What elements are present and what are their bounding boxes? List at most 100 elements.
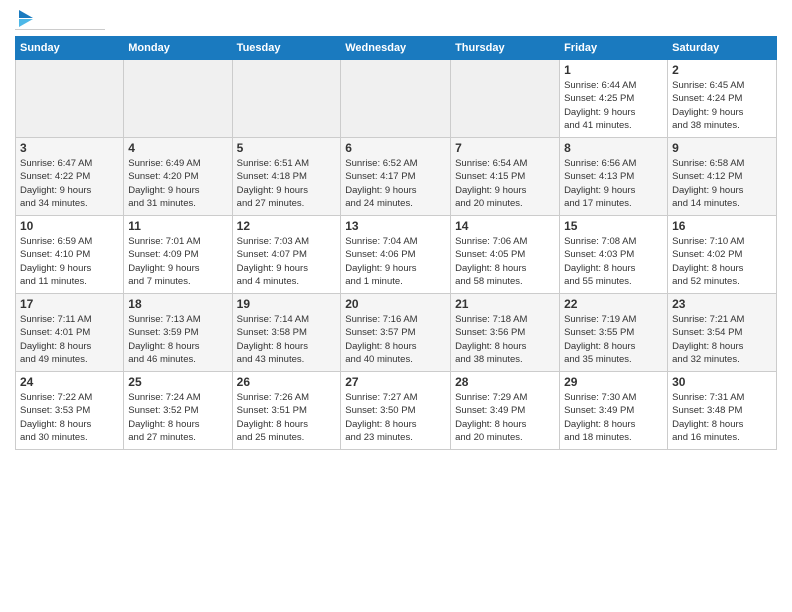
calendar-week-4: 17 Sunrise: 7:11 AM Sunset: 4:01 PM Dayli… [16, 294, 777, 372]
day-of-week-wednesday: Wednesday [341, 37, 451, 60]
day-number: 22 [564, 297, 663, 311]
calendar-day: 8 Sunrise: 6:56 AM Sunset: 4:13 PM Daylig… [560, 138, 668, 216]
day-number: 12 [237, 219, 337, 233]
calendar-day: 11 Sunrise: 7:01 AM Sunset: 4:09 PM Dayli… [124, 216, 232, 294]
calendar-week-1: 1 Sunrise: 6:44 AM Sunset: 4:25 PM Daylig… [16, 60, 777, 138]
day-number: 1 [564, 63, 663, 77]
day-number: 24 [20, 375, 119, 389]
calendar-week-3: 10Sunrise: 6:59 AM Sunset: 4:10 PM Dayli… [16, 216, 777, 294]
day-info: Sunrise: 7:01 AM Sunset: 4:09 PM Dayligh… [128, 235, 227, 288]
day-info: Sunrise: 6:51 AM Sunset: 4:18 PM Dayligh… [237, 157, 337, 210]
day-number: 27 [345, 375, 446, 389]
calendar-week-5: 24 Sunrise: 7:22 AM Sunset: 3:53 PM Dayli… [16, 372, 777, 450]
calendar-day: 14 Sunrise: 7:06 AM Sunset: 4:05 PM Dayli… [451, 216, 560, 294]
calendar-day: 15 Sunrise: 7:08 AM Sunset: 4:03 PM Dayli… [560, 216, 668, 294]
day-number: 8 [564, 141, 663, 155]
calendar-day: 26 Sunrise: 7:26 AM Sunset: 3:51 PM Dayli… [232, 372, 341, 450]
day-info: Sunrise: 6:45 AM Sunset: 4:24 PM Dayligh… [672, 79, 772, 132]
day-info: Sunrise: 7:08 AM Sunset: 4:03 PM Dayligh… [564, 235, 663, 288]
day-number: 21 [455, 297, 555, 311]
logo [15, 10, 105, 30]
calendar-day: 19Sunrise: 7:14 AM Sunset: 3:58 PM Dayli… [232, 294, 341, 372]
day-info: Sunrise: 6:44 AM Sunset: 4:25 PM Dayligh… [564, 79, 663, 132]
calendar-day: 6Sunrise: 6:52 AM Sunset: 4:17 PM Daylig… [341, 138, 451, 216]
calendar-day: 22Sunrise: 7:19 AM Sunset: 3:55 PM Dayli… [560, 294, 668, 372]
day-info: Sunrise: 7:29 AM Sunset: 3:49 PM Dayligh… [455, 391, 555, 444]
calendar-day: 1 Sunrise: 6:44 AM Sunset: 4:25 PM Daylig… [560, 60, 668, 138]
day-number: 9 [672, 141, 772, 155]
calendar-day: 25 Sunrise: 7:24 AM Sunset: 3:52 PM Dayli… [124, 372, 232, 450]
day-info: Sunrise: 7:13 AM Sunset: 3:59 PM Dayligh… [128, 313, 227, 366]
day-info: Sunrise: 7:11 AM Sunset: 4:01 PM Dayligh… [20, 313, 119, 366]
calendar-day: 5Sunrise: 6:51 AM Sunset: 4:18 PM Daylig… [232, 138, 341, 216]
calendar-day [451, 60, 560, 138]
day-info: Sunrise: 6:52 AM Sunset: 4:17 PM Dayligh… [345, 157, 446, 210]
calendar-day: 16Sunrise: 7:10 AM Sunset: 4:02 PM Dayli… [668, 216, 777, 294]
calendar-day: 27 Sunrise: 7:27 AM Sunset: 3:50 PM Dayli… [341, 372, 451, 450]
calendar-day: 21 Sunrise: 7:18 AM Sunset: 3:56 PM Dayli… [451, 294, 560, 372]
day-info: Sunrise: 6:54 AM Sunset: 4:15 PM Dayligh… [455, 157, 555, 210]
calendar-header: SundayMondayTuesdayWednesdayThursdayFrid… [16, 37, 777, 60]
days-of-week-row: SundayMondayTuesdayWednesdayThursdayFrid… [16, 37, 777, 60]
day-info: Sunrise: 7:16 AM Sunset: 3:57 PM Dayligh… [345, 313, 446, 366]
day-info: Sunrise: 7:06 AM Sunset: 4:05 PM Dayligh… [455, 235, 555, 288]
day-info: Sunrise: 7:26 AM Sunset: 3:51 PM Dayligh… [237, 391, 337, 444]
calendar-day: 29 Sunrise: 7:30 AM Sunset: 3:49 PM Dayli… [560, 372, 668, 450]
day-number: 17 [20, 297, 119, 311]
day-of-week-monday: Monday [124, 37, 232, 60]
calendar-day: 10Sunrise: 6:59 AM Sunset: 4:10 PM Dayli… [16, 216, 124, 294]
calendar-day [232, 60, 341, 138]
day-number: 11 [128, 219, 227, 233]
calendar-day: 13 Sunrise: 7:04 AM Sunset: 4:06 PM Dayli… [341, 216, 451, 294]
day-info: Sunrise: 6:49 AM Sunset: 4:20 PM Dayligh… [128, 157, 227, 210]
day-info: Sunrise: 7:24 AM Sunset: 3:52 PM Dayligh… [128, 391, 227, 444]
day-info: Sunrise: 7:04 AM Sunset: 4:06 PM Dayligh… [345, 235, 446, 288]
day-number: 28 [455, 375, 555, 389]
calendar-day: 4Sunrise: 6:49 AM Sunset: 4:20 PM Daylig… [124, 138, 232, 216]
day-of-week-tuesday: Tuesday [232, 37, 341, 60]
calendar-week-2: 3 Sunrise: 6:47 AM Sunset: 4:22 PM Daylig… [16, 138, 777, 216]
calendar-day: 7 Sunrise: 6:54 AM Sunset: 4:15 PM Daylig… [451, 138, 560, 216]
day-number: 30 [672, 375, 772, 389]
day-number: 3 [20, 141, 119, 155]
calendar-day: 9 Sunrise: 6:58 AM Sunset: 4:12 PM Daylig… [668, 138, 777, 216]
calendar-day: 24 Sunrise: 7:22 AM Sunset: 3:53 PM Dayli… [16, 372, 124, 450]
logo-divider [15, 29, 105, 30]
day-number: 18 [128, 297, 227, 311]
day-info: Sunrise: 7:31 AM Sunset: 3:48 PM Dayligh… [672, 391, 772, 444]
day-number: 26 [237, 375, 337, 389]
day-info: Sunrise: 7:18 AM Sunset: 3:56 PM Dayligh… [455, 313, 555, 366]
day-number: 15 [564, 219, 663, 233]
day-number: 13 [345, 219, 446, 233]
day-info: Sunrise: 6:47 AM Sunset: 4:22 PM Dayligh… [20, 157, 119, 210]
day-info: Sunrise: 7:27 AM Sunset: 3:50 PM Dayligh… [345, 391, 446, 444]
logo-arrow-bottom [19, 19, 33, 27]
day-of-week-saturday: Saturday [668, 37, 777, 60]
day-info: Sunrise: 7:22 AM Sunset: 3:53 PM Dayligh… [20, 391, 119, 444]
day-info: Sunrise: 7:03 AM Sunset: 4:07 PM Dayligh… [237, 235, 337, 288]
day-of-week-sunday: Sunday [16, 37, 124, 60]
calendar-day: 3 Sunrise: 6:47 AM Sunset: 4:22 PM Daylig… [16, 138, 124, 216]
calendar: SundayMondayTuesdayWednesdayThursdayFrid… [15, 36, 777, 450]
calendar-day [341, 60, 451, 138]
day-number: 25 [128, 375, 227, 389]
header [15, 10, 777, 30]
logo-arrow-top [19, 10, 33, 18]
calendar-body: 1 Sunrise: 6:44 AM Sunset: 4:25 PM Daylig… [16, 60, 777, 450]
day-number: 23 [672, 297, 772, 311]
day-info: Sunrise: 6:58 AM Sunset: 4:12 PM Dayligh… [672, 157, 772, 210]
day-number: 10 [20, 219, 119, 233]
calendar-day: 18 Sunrise: 7:13 AM Sunset: 3:59 PM Dayli… [124, 294, 232, 372]
day-of-week-friday: Friday [560, 37, 668, 60]
day-info: Sunrise: 7:21 AM Sunset: 3:54 PM Dayligh… [672, 313, 772, 366]
day-number: 16 [672, 219, 772, 233]
calendar-day [124, 60, 232, 138]
calendar-day: 12 Sunrise: 7:03 AM Sunset: 4:07 PM Dayli… [232, 216, 341, 294]
main-container: SundayMondayTuesdayWednesdayThursdayFrid… [0, 0, 792, 455]
day-info: Sunrise: 6:56 AM Sunset: 4:13 PM Dayligh… [564, 157, 663, 210]
day-number: 29 [564, 375, 663, 389]
day-number: 14 [455, 219, 555, 233]
day-info: Sunrise: 7:30 AM Sunset: 3:49 PM Dayligh… [564, 391, 663, 444]
day-number: 2 [672, 63, 772, 77]
day-number: 7 [455, 141, 555, 155]
